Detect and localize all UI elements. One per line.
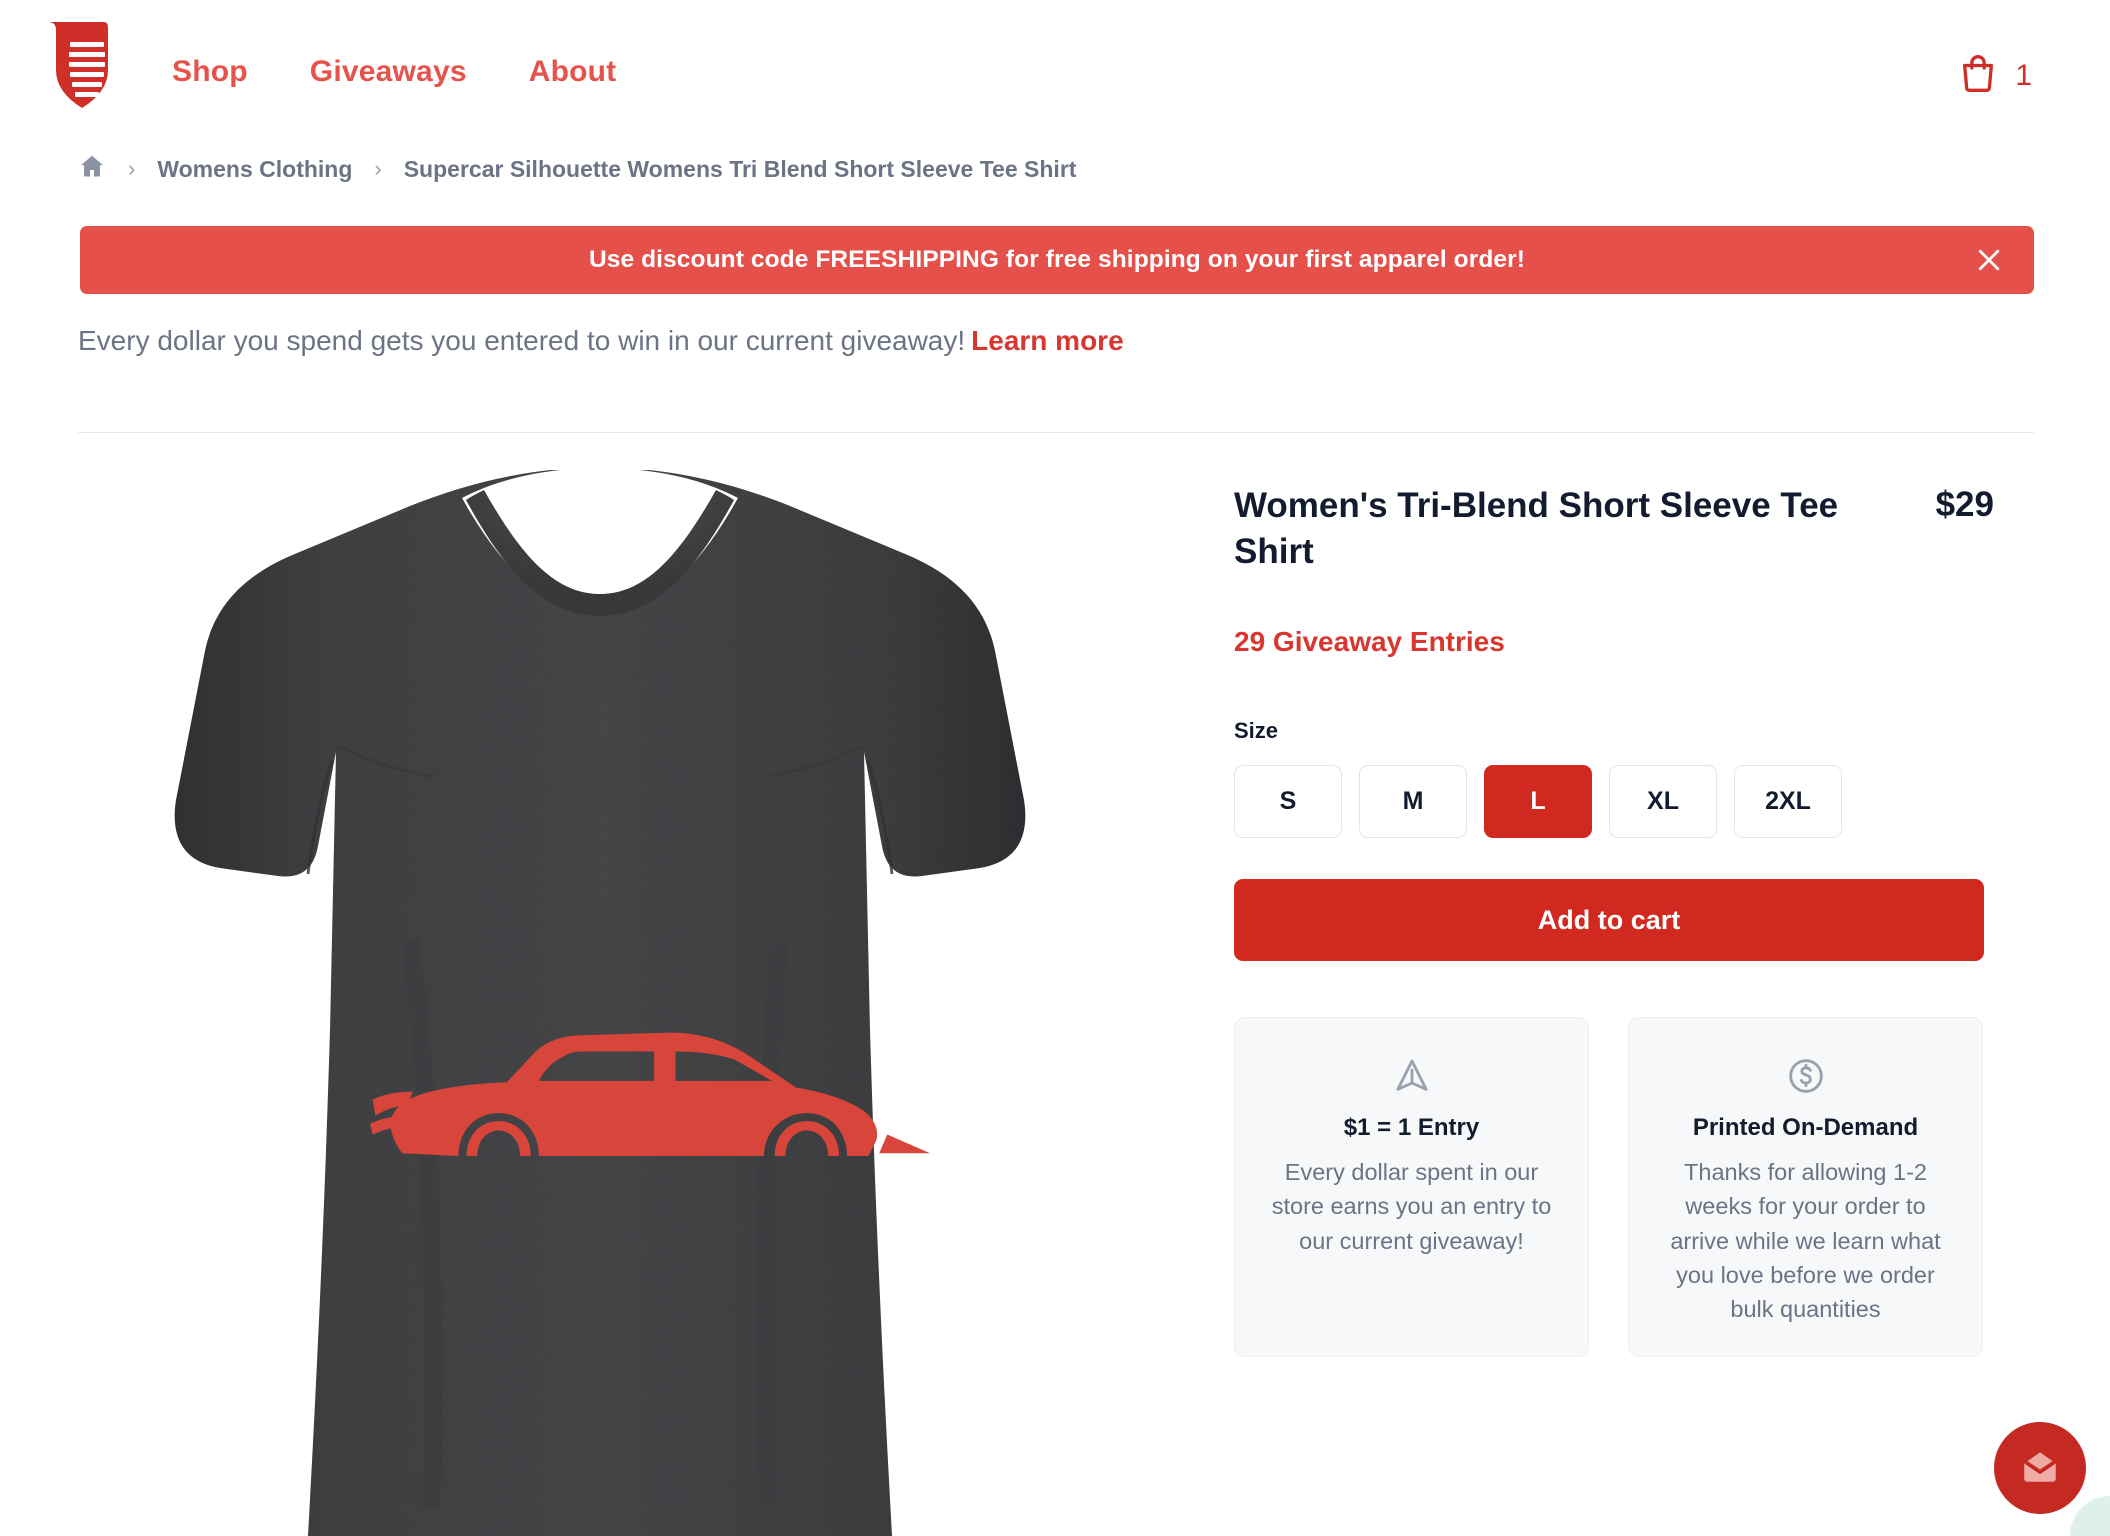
chat-widget-button[interactable] (1994, 1422, 2086, 1514)
size-label: Size (1234, 718, 1279, 744)
shopping-bag-icon (1958, 52, 1998, 99)
product-info: Women's Tri-Blend Short Sleeve Tee Shirt… (1234, 483, 1994, 1357)
breadcrumb-item-current: Supercar Silhouette Womens Tri Blend Sho… (403, 155, 1077, 182)
title-row: Women's Tri-Blend Short Sleeve Tee Shirt… (1234, 483, 1994, 575)
size-option-2xl[interactable]: 2XL (1734, 765, 1842, 839)
home-icon[interactable] (78, 152, 106, 186)
nav-item-about[interactable]: About (529, 55, 617, 89)
size-option-xl[interactable]: XL (1609, 765, 1717, 839)
giveaway-notice-text: Every dollar you spend gets you entered … (78, 325, 966, 356)
learn-more-link[interactable]: Learn more (971, 325, 1124, 356)
add-to-cart-button[interactable]: Add to cart (1234, 879, 1984, 962)
giveaway-entries-badge: 29 Giveaway Entries (1234, 626, 1505, 658)
info-card-on-demand-title: Printed On-Demand (1692, 1114, 1919, 1142)
site-header: Shop Giveaways About 1 (0, 0, 2110, 140)
breadcrumb: › Womens Clothing › Supercar Silhouette … (78, 152, 1076, 186)
discount-banner: Use discount code FREESHIPPING for free … (80, 226, 2034, 294)
product-image[interactable] (80, 470, 1180, 1536)
cart-count: 1 (2015, 58, 2032, 92)
product-price: $29 (1935, 485, 1994, 524)
main-nav: Shop Giveaways About (172, 55, 616, 89)
chat-corner-accent (2070, 1496, 2110, 1536)
breadcrumb-separator-2: › (374, 156, 382, 181)
info-card-entry-body: Every dollar spent in our store earns yo… (1271, 1159, 1552, 1254)
flag-shield-logo-icon[interactable] (44, 18, 112, 110)
info-card-on-demand: Printed On-Demand Thanks for allowing 1-… (1628, 1017, 1983, 1357)
close-icon[interactable] (1972, 243, 2006, 277)
info-card-entry-title: $1 = 1 Entry (1343, 1114, 1480, 1142)
size-option-l[interactable]: L (1484, 765, 1592, 839)
page-title: Women's Tri-Blend Short Sleeve Tee Shirt (1234, 486, 1839, 572)
info-cards: $1 = 1 Entry Every dollar spent in our s… (1234, 1017, 1994, 1357)
size-selector: S M L XL 2XL (1234, 765, 1994, 839)
breadcrumb-item-womens-clothing[interactable]: Womens Clothing (157, 156, 352, 183)
cart-button[interactable]: 1 (1958, 52, 2032, 99)
info-card-entry: $1 = 1 Entry Every dollar spent in our s… (1234, 1017, 1589, 1357)
size-option-m[interactable]: M (1359, 765, 1467, 839)
info-card-on-demand-body: Thanks for allowing 1-2 weeks for your o… (1670, 1159, 1941, 1322)
giveaway-notice: Every dollar you spend gets you entered … (78, 325, 1124, 357)
nav-item-shop[interactable]: Shop (172, 55, 248, 89)
navigation-arrow-icon (1261, 1056, 1562, 1096)
section-divider (78, 432, 2034, 433)
dollar-circle-icon (1655, 1056, 1956, 1096)
discount-banner-message: Use discount code FREESHIPPING for free … (588, 246, 1526, 273)
envelope-icon (2018, 1444, 2062, 1493)
size-option-s[interactable]: S (1234, 765, 1342, 839)
breadcrumb-separator-1: › (128, 156, 136, 181)
nav-item-giveaways[interactable]: Giveaways (310, 55, 467, 89)
